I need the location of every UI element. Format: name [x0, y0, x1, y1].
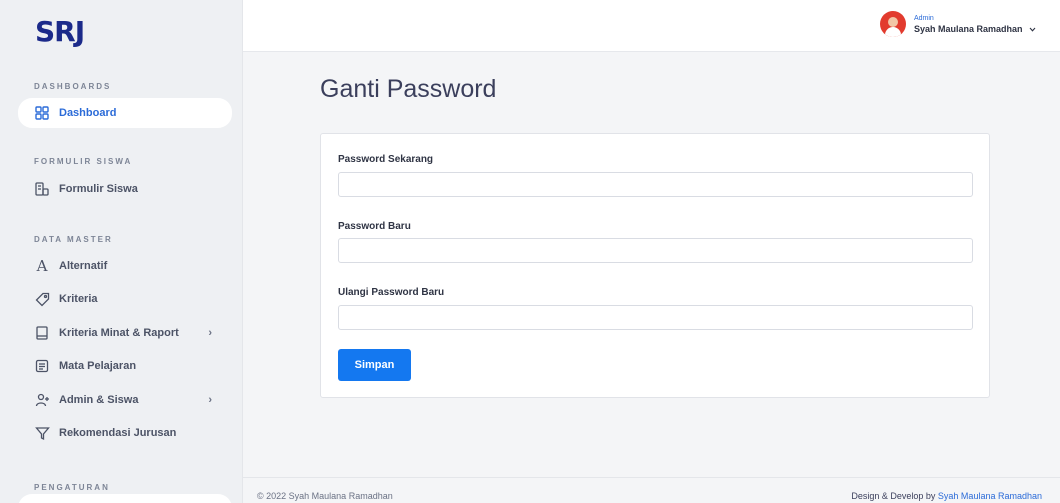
sidebar-item-label: Admin & Siswa [59, 394, 139, 406]
list-box-icon [34, 358, 50, 374]
new-password-label: Password Baru [338, 221, 411, 232]
user-role: Admin [913, 14, 934, 22]
topbar: Admin Syah Maulana Ramadhan [243, 0, 1060, 52]
section-title-dashboards: DASHBOARDS [34, 82, 112, 91]
sidebar-item-admin-siswa[interactable]: Admin & Siswa › [18, 385, 232, 415]
credits-text: Design & Develop by Syah Maulana Ramadha… [851, 491, 1042, 501]
sidebar-item-label: Mata Pelajaran [59, 360, 137, 372]
sidebar-item-kriteria[interactable]: Kriteria [18, 284, 232, 314]
sidebar-item-rekomendasi-jurusan[interactable]: Rekomendasi Jurusan [18, 418, 232, 448]
sidebar-item-kriteria-minat-raport[interactable]: Kriteria Minat & Raport › [18, 318, 232, 348]
change-password-form: Password Sekarang Password Baru Ulangi P… [320, 133, 990, 398]
form-icon [34, 181, 50, 197]
sidebar-item-label: Kriteria [59, 293, 98, 305]
letter-a-icon: A [36, 257, 48, 275]
user-add-icon [34, 392, 50, 408]
copyright-text: © 2022 Syah Maulana Ramadhan [257, 491, 393, 501]
sidebar-item-mata-pelajaran[interactable]: Mata Pelajaran [18, 351, 232, 381]
sidebar-item-label: Alternatif [59, 260, 108, 272]
footer: © 2022 Syah Maulana Ramadhan Design & De… [243, 477, 1060, 503]
sidebar-item-label: Kriteria Minat & Raport [59, 327, 179, 339]
section-title-formulir-siswa: FORMULIR SISWA [34, 157, 133, 166]
page-title: Ganti Password [320, 75, 497, 103]
user-menu[interactable]: Admin Syah Maulana Ramadhan [879, 11, 1036, 37]
tag-icon [34, 291, 50, 307]
sidebar-item-dashboard[interactable]: Dashboard [18, 98, 232, 128]
confirm-password-label: Ulangi Password Baru [338, 287, 445, 298]
new-password-input[interactable] [338, 238, 973, 263]
user-name-text: Syah Maulana Ramadhan [913, 23, 1023, 34]
sidebar-item-pengaturan-active[interactable] [18, 494, 232, 503]
sidebar-item-label: Rekomendasi Jurusan [59, 427, 177, 439]
section-title-pengaturan: PENGATURAN [34, 483, 110, 492]
section-title-data-master: DATA MASTER [34, 235, 113, 244]
book-icon [34, 325, 50, 341]
confirm-password-input[interactable] [338, 305, 973, 330]
credits-link[interactable]: Syah Maulana Ramadhan [938, 491, 1042, 501]
sidebar-item-formulir-siswa[interactable]: Formulir Siswa [18, 174, 232, 204]
sidebar-item-alternatif[interactable]: A Alternatif [18, 251, 232, 281]
sidebar: SRJ DASHBOARDS Dashboard FORMULIR SISWA … [0, 0, 243, 503]
grid-icon [34, 105, 50, 121]
current-password-label: Password Sekarang [338, 154, 434, 165]
sidebar-item-label: Dashboard [59, 107, 117, 119]
chevron-right-icon: › [208, 394, 212, 406]
current-password-input[interactable] [338, 172, 973, 197]
sidebar-item-label: Formulir Siswa [59, 183, 138, 195]
user-name[interactable]: Syah Maulana Ramadhan [914, 24, 1036, 34]
save-button[interactable]: Simpan [338, 349, 411, 381]
credits-prefix: Design & Develop by [851, 491, 938, 501]
brand-logo[interactable]: SRJ [35, 15, 85, 48]
filter-icon [34, 425, 50, 441]
chevron-right-icon: › [208, 327, 212, 339]
chevron-down-icon[interactable] [1029, 24, 1036, 34]
avatar[interactable] [879, 11, 906, 37]
